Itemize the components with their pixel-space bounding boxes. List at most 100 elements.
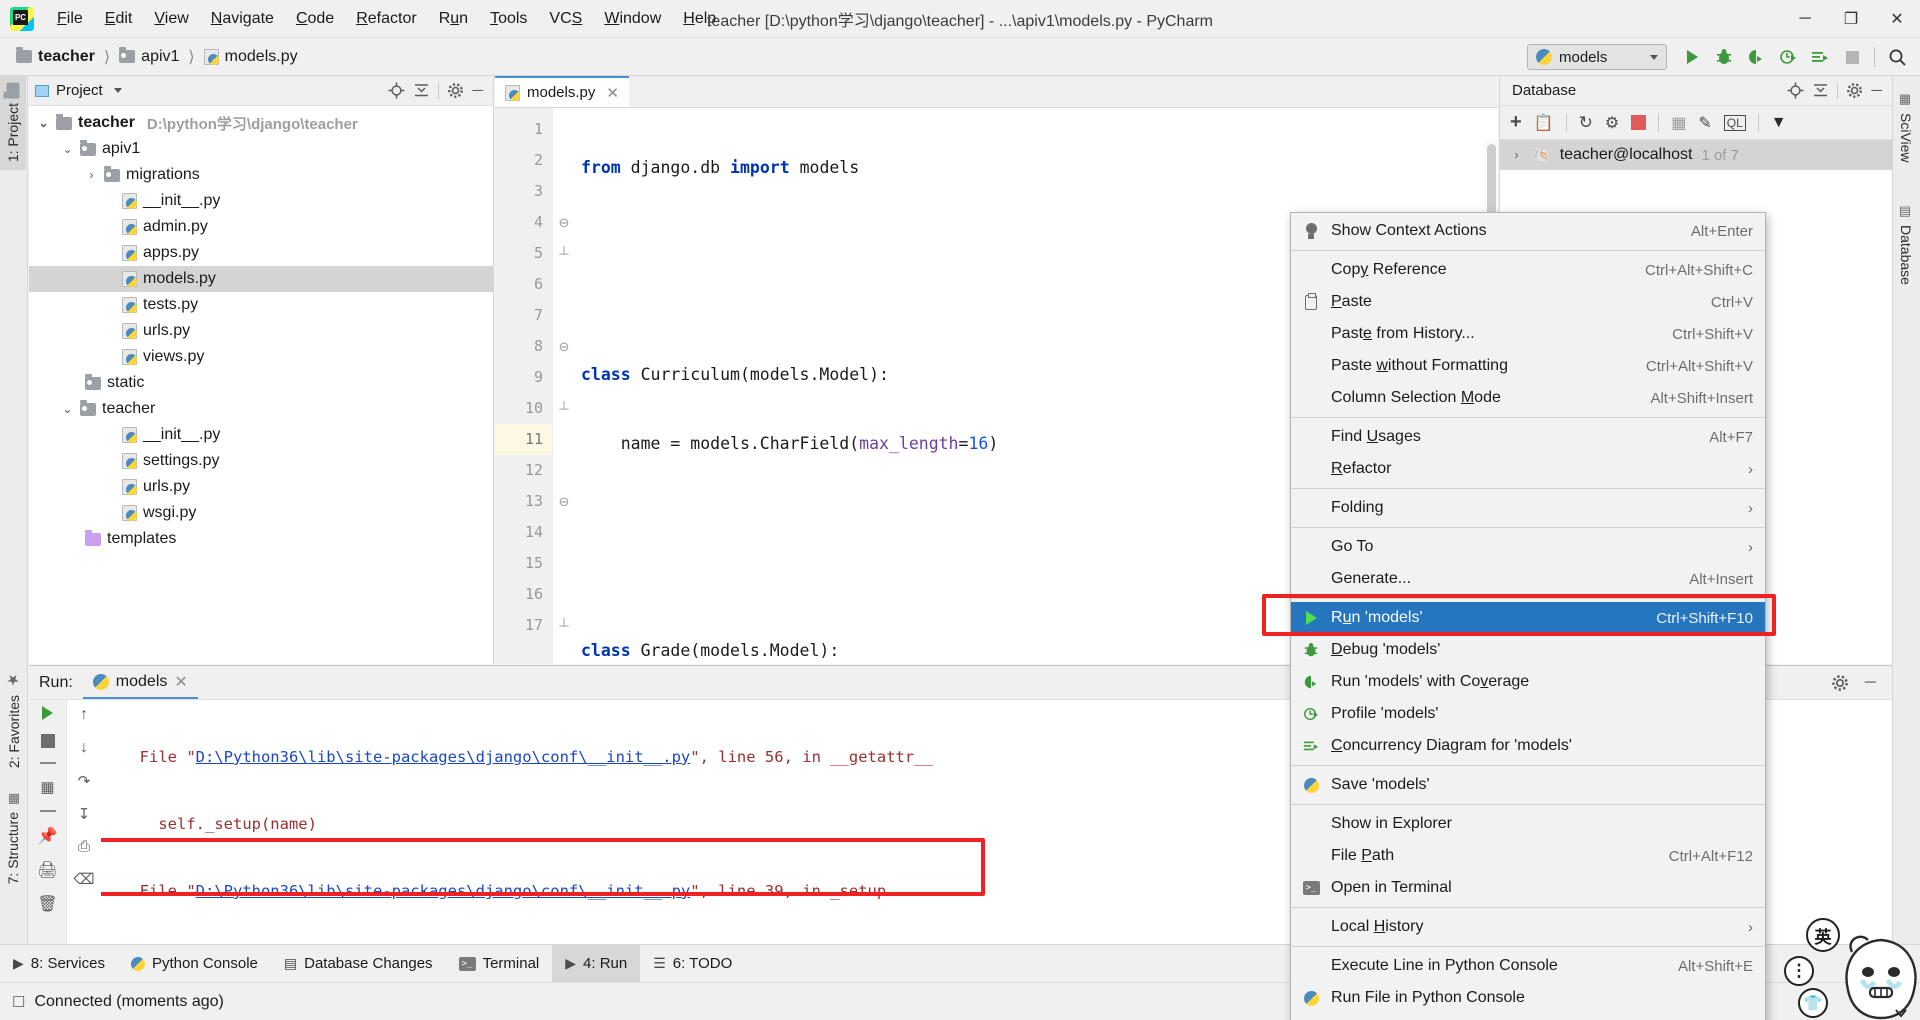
context-menu-item-run-file-in-python-console[interactable]: Run File in Python Console: [1291, 982, 1765, 1014]
down-icon[interactable]: ↓: [80, 739, 88, 757]
context-menu-item-column-selection-mode[interactable]: Column Selection Mode Alt+Shift+Insert: [1291, 382, 1765, 414]
stop-icon[interactable]: [40, 734, 55, 748]
breadcrumb[interactable]: teacher ⟩ apiv1 ⟩ models.py: [12, 46, 302, 68]
sidebar-tab-sciview[interactable]: ▦ SciView: [1893, 84, 1919, 171]
maximize-icon[interactable]: ❐: [1828, 0, 1874, 38]
trash-icon[interactable]: ⌫: [73, 870, 94, 888]
debug-button[interactable]: [1709, 42, 1739, 72]
menu-view[interactable]: View: [143, 6, 199, 32]
context-menu-item-profile-models[interactable]: Profile 'models': [1291, 698, 1765, 730]
rerun-icon[interactable]: [42, 706, 53, 720]
context-menu-item-concurrency-diagram[interactable]: Concurrency Diagram for 'models': [1291, 730, 1765, 762]
context-menu-item-show-context-actions[interactable]: Show Context Actions Alt+Enter: [1291, 215, 1765, 247]
bottom-tab-run[interactable]: ▶ 4: Run: [552, 945, 641, 982]
print-icon[interactable]: ⎙: [78, 838, 90, 855]
add-icon[interactable]: +: [1510, 111, 1522, 134]
database-toolbar[interactable]: + 📋 ↻ ⚙ ▦ ✎ QL ▼: [1500, 106, 1892, 140]
soft-wrap-icon[interactable]: ↷: [78, 772, 91, 790]
chevron-down-icon[interactable]: ⌄: [61, 142, 74, 156]
chevron-right-icon[interactable]: ›: [85, 168, 98, 182]
menu-file[interactable]: File: [46, 6, 94, 32]
chevron-down-icon[interactable]: ⌄: [61, 402, 74, 416]
query-console-icon[interactable]: QL: [1723, 114, 1746, 131]
close-icon[interactable]: ✕: [174, 672, 187, 692]
context-menu-item-go-to[interactable]: Go To ›: [1291, 531, 1765, 563]
fold-gutter[interactable]: ⊖ ┴ ⊖ ┴ ⊖ ┴: [553, 108, 575, 664]
menu-navigate[interactable]: Navigate: [200, 6, 285, 32]
editor-tab-models[interactable]: models.py ✕: [495, 76, 629, 107]
menu-code[interactable]: Code: [285, 6, 345, 32]
context-menu-item-folding[interactable]: Folding ›: [1291, 492, 1765, 524]
menu-refactor[interactable]: Refactor: [345, 6, 427, 32]
fold-marker-class-curriculum[interactable]: ⊖: [553, 207, 575, 238]
run-query-icon[interactable]: ⚙: [1605, 113, 1619, 133]
context-menu-item-save-models[interactable]: Save 'models': [1291, 769, 1765, 801]
sidebar-tab-project[interactable]: 1: Project: [0, 76, 26, 171]
tree-row-admin[interactable]: admin.py: [29, 214, 493, 240]
print-icon[interactable]: 🖨: [37, 860, 57, 880]
traceback-link[interactable]: D:\Python36\lib\site-packages\django\con…: [196, 748, 691, 766]
menu-vcs[interactable]: VCS: [538, 6, 593, 32]
stop-button[interactable]: [1837, 42, 1867, 72]
editor-tab-bar[interactable]: models.py ✕: [495, 76, 1498, 108]
context-menu-item-refactor[interactable]: Refactor ›: [1291, 453, 1765, 485]
chevron-down-icon[interactable]: [113, 88, 122, 93]
project-tree[interactable]: ⌄ teacher D:\python学习\django\teacher ⌄ a…: [29, 106, 493, 556]
menu-tools[interactable]: Tools: [479, 6, 538, 32]
minimize-icon[interactable]: ─: [1782, 0, 1828, 38]
stop-icon[interactable]: [1631, 115, 1647, 130]
editor-context-menu[interactable]: Show Context Actions Alt+Enter Copy Refe…: [1290, 212, 1766, 1020]
menu-bar[interactable]: File Edit View Navigate Code Refactor Ru…: [46, 6, 727, 32]
context-menu-item-paste-without-formatting[interactable]: Paste without Formatting Ctrl+Alt+Shift+…: [1291, 350, 1765, 382]
tree-row-init-apiv1[interactable]: __init__.py: [29, 188, 493, 214]
tree-row-models[interactable]: models.py: [29, 266, 493, 292]
context-menu-item-show-in-explorer[interactable]: Show in Explorer: [1291, 808, 1765, 840]
gear-icon[interactable]: [1846, 82, 1863, 99]
context-menu-item-execute-line-in-python-console[interactable]: Execute Line in Python Console Alt+Shift…: [1291, 950, 1765, 982]
breadcrumb-item-apiv1[interactable]: apiv1: [115, 46, 183, 68]
run-tab-models[interactable]: models ✕: [82, 666, 198, 699]
traceback-link[interactable]: D:\Python36\lib\site-packages\django\con…: [196, 882, 691, 900]
breadcrumb-item-models[interactable]: models.py: [200, 46, 302, 68]
tree-row-wsgi[interactable]: wsgi.py: [29, 500, 493, 526]
locate-icon[interactable]: [388, 82, 405, 99]
tree-row-settings[interactable]: settings.py: [29, 448, 493, 474]
fold-marker-class-teacher[interactable]: ⊖: [553, 486, 575, 517]
bottom-tab-python-console[interactable]: Python Console: [118, 945, 271, 982]
sidebar-tab-favorites[interactable]: 2: Favorites ★: [0, 663, 28, 776]
bottom-tab-terminal[interactable]: >_ Terminal: [446, 945, 553, 982]
close-icon[interactable]: ✕: [1874, 0, 1920, 38]
tree-row-migrations[interactable]: › migrations: [29, 162, 493, 188]
menu-edit[interactable]: Edit: [94, 6, 144, 32]
context-menu-item-debug-models[interactable]: Debug 'models': [1291, 634, 1765, 666]
up-icon[interactable]: ↑: [80, 706, 88, 724]
close-icon[interactable]: ✕: [606, 84, 619, 102]
tree-row-init-teacher[interactable]: __init__.py: [29, 422, 493, 448]
layout-icon[interactable]: ▦: [40, 778, 54, 796]
tree-row-apiv1[interactable]: ⌄ apiv1: [29, 136, 493, 162]
chevron-down-icon[interactable]: ⌄: [37, 116, 50, 130]
menu-window[interactable]: Window: [593, 6, 672, 32]
table-icon[interactable]: ▦: [1671, 113, 1686, 133]
bottom-tab-services[interactable]: ▶ 8: Services: [0, 945, 118, 982]
run-left-toolbar[interactable]: ▦ 📌 🖨 🗑: [29, 700, 67, 945]
main-toolbar[interactable]: models: [1527, 38, 1912, 76]
context-menu-item-copy-reference[interactable]: Copy Reference Ctrl+Alt+Shift+C: [1291, 254, 1765, 286]
hide-icon[interactable]: ─: [1865, 674, 1876, 692]
context-menu-item-paste[interactable]: Paste Ctrl+V: [1291, 286, 1765, 318]
gear-icon[interactable]: [447, 82, 464, 99]
locate-icon[interactable]: [1787, 82, 1804, 99]
breadcrumb-item-teacher[interactable]: teacher: [12, 46, 99, 68]
tree-row-teacher[interactable]: ⌄ teacher D:\python学习\django\teacher: [29, 110, 493, 136]
tree-row-tests[interactable]: tests.py: [29, 292, 493, 318]
context-menu-item-open-in-terminal[interactable]: >_ Open in Terminal: [1291, 872, 1765, 904]
fold-marker-class-grade[interactable]: ⊖: [553, 331, 575, 362]
context-menu-item-file-path[interactable]: File Path Ctrl+Alt+F12: [1291, 840, 1765, 872]
context-menu-item-run-models[interactable]: Run 'models' Ctrl+Shift+F10: [1291, 602, 1765, 634]
database-connection-row[interactable]: › 🐚 teacher@localhost 1 of 7: [1500, 140, 1892, 170]
scroll-to-end-icon[interactable]: ↧: [78, 805, 91, 823]
context-menu-item-find-usages[interactable]: Find Usages Alt+F7: [1291, 421, 1765, 453]
tree-row-apps[interactable]: apps.py: [29, 240, 493, 266]
context-menu-item-run-with-coverage[interactable]: Run 'models' with Coverage: [1291, 666, 1765, 698]
copy-icon[interactable]: 📋: [1534, 113, 1554, 133]
